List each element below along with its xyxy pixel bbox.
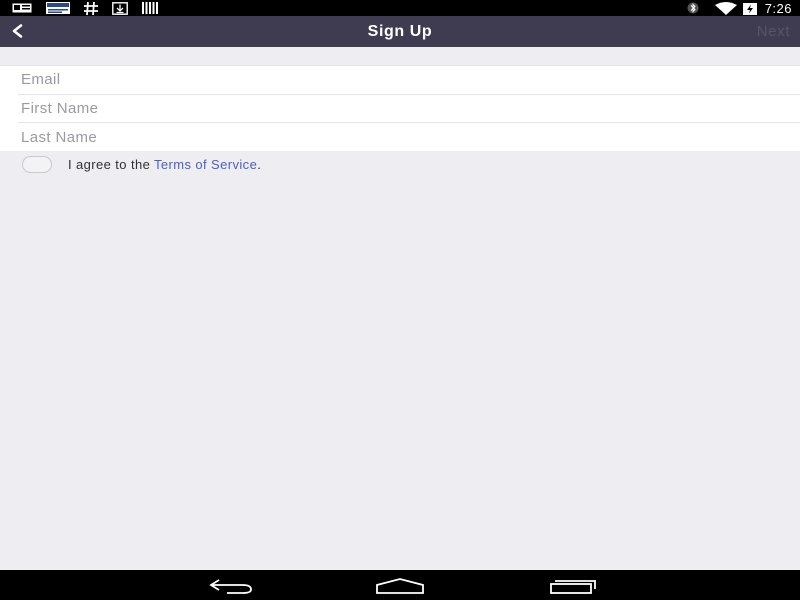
system-home-button[interactable] [375, 575, 425, 597]
barcode-icon [142, 2, 158, 14]
last-name-row [18, 123, 800, 152]
back-icon [209, 579, 252, 594]
first-name-row [18, 94, 800, 123]
recents-icon [550, 580, 596, 594]
next-button[interactable]: Next [757, 16, 790, 47]
terms-agreement: I agree to the Terms of Service. [22, 155, 261, 173]
terms-checkbox[interactable] [22, 155, 52, 173]
terms-text: I agree to the Terms of Service. [68, 157, 261, 172]
notification-card-icon [12, 3, 32, 13]
battery-charging-icon [742, 2, 757, 15]
news-app-icon [46, 2, 70, 14]
last-name-field[interactable] [18, 123, 800, 152]
bluetooth-icon [687, 2, 699, 14]
terms-of-service-link[interactable]: Terms of Service [154, 157, 257, 172]
nav-bar: Sign Up Next [0, 16, 800, 47]
status-time: 7:26 [764, 0, 792, 16]
status-bar: 7:26 [0, 0, 800, 16]
terms-suffix: . [257, 156, 262, 172]
hashtag-icon [84, 1, 98, 15]
status-bar-left [12, 1, 172, 15]
status-bar-right: 7:26 [687, 0, 792, 16]
wifi-icon [714, 1, 737, 15]
home-icon [376, 578, 424, 594]
first-name-field[interactable] [18, 94, 800, 122]
system-nav-bar [0, 570, 800, 600]
system-back-button[interactable] [205, 575, 255, 597]
terms-prefix: I agree to the [68, 156, 154, 172]
email-row [18, 66, 800, 95]
download-icon [112, 1, 128, 15]
email-field[interactable] [18, 66, 800, 94]
system-recents-button[interactable] [548, 575, 598, 597]
page-title: Sign Up [367, 23, 433, 40]
signup-form [0, 65, 800, 152]
